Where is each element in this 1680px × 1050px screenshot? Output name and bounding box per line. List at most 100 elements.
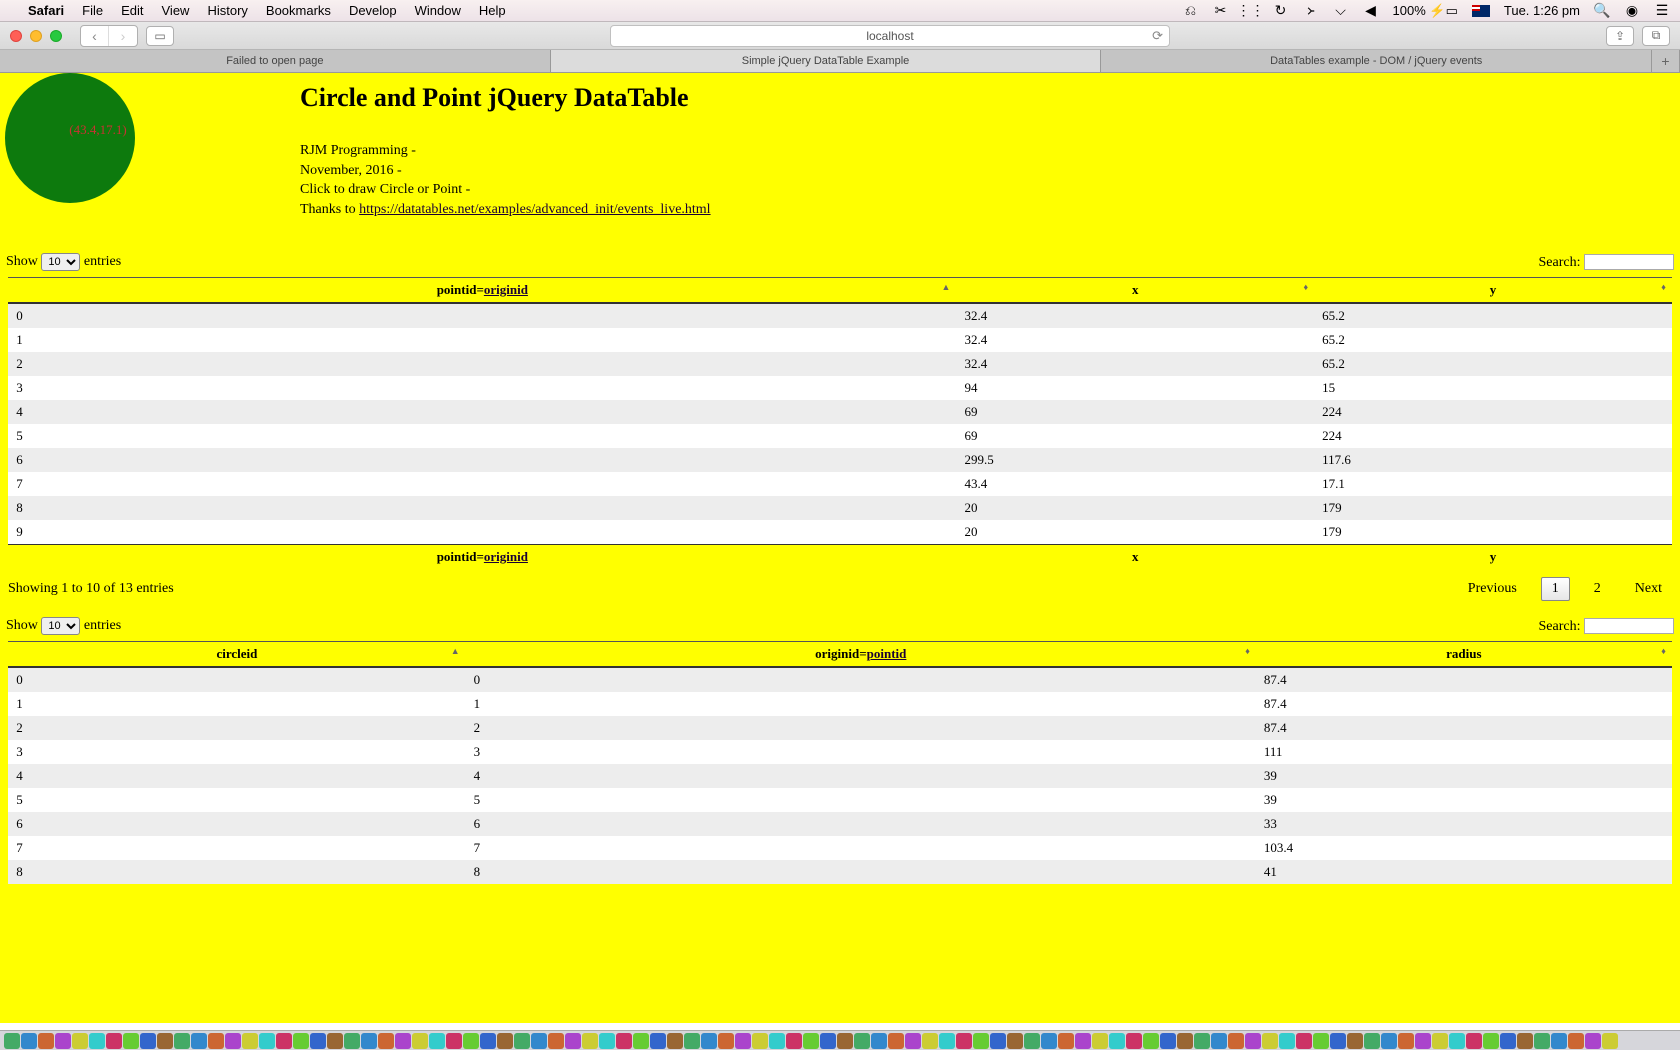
dock-app-icon[interactable] xyxy=(565,1033,581,1049)
tabs-button[interactable]: ⧉ xyxy=(1642,26,1670,46)
clock[interactable]: Tue. 1:26 pm xyxy=(1504,3,1580,18)
dock-app-icon[interactable] xyxy=(1381,1033,1397,1049)
macos-dock[interactable] xyxy=(0,1030,1680,1050)
flag-icon[interactable] xyxy=(1472,5,1490,17)
table-row[interactable]: 743.417.1 xyxy=(8,472,1672,496)
dock-app-icon[interactable] xyxy=(106,1033,122,1049)
dock-app-icon[interactable] xyxy=(582,1033,598,1049)
dock-app-icon[interactable] xyxy=(21,1033,37,1049)
dock-app-icon[interactable] xyxy=(718,1033,734,1049)
datatables-link[interactable]: https://datatables.net/examples/advanced… xyxy=(359,202,710,217)
dock-app-icon[interactable] xyxy=(276,1033,292,1049)
battery-text[interactable]: 100% ⚡▭ xyxy=(1393,3,1458,19)
col-y[interactable]: y♦ xyxy=(1314,278,1672,304)
col-originid[interactable]: originid=pointid♦ xyxy=(466,642,1256,668)
dock-app-icon[interactable] xyxy=(1517,1033,1533,1049)
dock-app-icon[interactable] xyxy=(1364,1033,1380,1049)
dock-app-icon[interactable] xyxy=(242,1033,258,1049)
dock-app-icon[interactable] xyxy=(973,1033,989,1049)
dock-app-icon[interactable] xyxy=(667,1033,683,1049)
menu-file[interactable]: File xyxy=(82,3,103,18)
dock-app-icon[interactable] xyxy=(922,1033,938,1049)
dock-app-icon[interactable] xyxy=(55,1033,71,1049)
dock-app-icon[interactable] xyxy=(837,1033,853,1049)
dock-app-icon[interactable] xyxy=(140,1033,156,1049)
table-row[interactable]: 33111 xyxy=(8,740,1672,764)
dock-app-icon[interactable] xyxy=(1007,1033,1023,1049)
dock-app-icon[interactable] xyxy=(735,1033,751,1049)
status-icon-3[interactable]: ⋮⋮ xyxy=(1243,3,1259,19)
page-previous[interactable]: Previous xyxy=(1458,578,1527,600)
dock-app-icon[interactable] xyxy=(1245,1033,1261,1049)
close-window-icon[interactable] xyxy=(10,30,22,42)
page-body[interactable]: (43.4,17.1) Circle and Point jQuery Data… xyxy=(0,73,1680,1023)
dock-app-icon[interactable] xyxy=(599,1033,615,1049)
dock-app-icon[interactable] xyxy=(497,1033,513,1049)
entries-select-2[interactable]: 10 xyxy=(41,617,80,635)
entries-select[interactable]: 10 xyxy=(41,253,80,271)
menu-help[interactable]: Help xyxy=(479,3,506,18)
dock-app-icon[interactable] xyxy=(871,1033,887,1049)
dock-app-icon[interactable] xyxy=(378,1033,394,1049)
menu-edit[interactable]: Edit xyxy=(121,3,143,18)
menu-view[interactable]: View xyxy=(162,3,190,18)
dock-app-icon[interactable] xyxy=(1279,1033,1295,1049)
col-radius[interactable]: radius♦ xyxy=(1256,642,1672,668)
table-row[interactable]: 8841 xyxy=(8,860,1672,884)
dock-app-icon[interactable] xyxy=(1024,1033,1040,1049)
dock-app-icon[interactable] xyxy=(344,1033,360,1049)
wifi-icon[interactable]: ⌵ xyxy=(1333,3,1349,19)
dock-app-icon[interactable] xyxy=(208,1033,224,1049)
table-row[interactable]: 77103.4 xyxy=(8,836,1672,860)
menu-window[interactable]: Window xyxy=(415,3,461,18)
page-1[interactable]: 1 xyxy=(1541,577,1570,601)
dock-app-icon[interactable] xyxy=(1177,1033,1193,1049)
dock-app-icon[interactable] xyxy=(191,1033,207,1049)
col-circleid[interactable]: circleid▲ xyxy=(8,642,465,668)
dock-app-icon[interactable] xyxy=(1143,1033,1159,1049)
dock-app-icon[interactable] xyxy=(72,1033,88,1049)
dock-app-icon[interactable] xyxy=(174,1033,190,1049)
dock-app-icon[interactable] xyxy=(361,1033,377,1049)
dock-app-icon[interactable] xyxy=(1568,1033,1584,1049)
tab-failed[interactable]: Failed to open page xyxy=(0,50,551,72)
tab-datatables-example[interactable]: DataTables example - DOM / jQuery events xyxy=(1101,50,1652,72)
dock-app-icon[interactable] xyxy=(803,1033,819,1049)
dock-app-icon[interactable] xyxy=(157,1033,173,1049)
status-icon-2[interactable]: ✂ xyxy=(1213,3,1229,19)
dock-app-icon[interactable] xyxy=(412,1033,428,1049)
dock-app-icon[interactable] xyxy=(1432,1033,1448,1049)
dock-app-icon[interactable] xyxy=(38,1033,54,1049)
dock-app-icon[interactable] xyxy=(1500,1033,1516,1049)
originid-link[interactable]: originid xyxy=(484,282,528,297)
dock-app-icon[interactable] xyxy=(293,1033,309,1049)
timemachine-icon[interactable]: ↻ xyxy=(1273,3,1289,19)
dock-app-icon[interactable] xyxy=(956,1033,972,1049)
dock-app-icon[interactable] xyxy=(820,1033,836,1049)
dock-app-icon[interactable] xyxy=(310,1033,326,1049)
table-row[interactable]: 820179 xyxy=(8,496,1672,520)
dock-app-icon[interactable] xyxy=(1160,1033,1176,1049)
dock-app-icon[interactable] xyxy=(1449,1033,1465,1049)
originid-link-foot[interactable]: originid xyxy=(484,549,528,564)
dock-app-icon[interactable] xyxy=(1262,1033,1278,1049)
table-row[interactable]: 6299.5117.6 xyxy=(8,448,1672,472)
bluetooth-icon[interactable]: ᚛ xyxy=(1303,3,1319,19)
dock-app-icon[interactable] xyxy=(769,1033,785,1049)
dock-app-icon[interactable] xyxy=(123,1033,139,1049)
dock-app-icon[interactable] xyxy=(888,1033,904,1049)
dock-app-icon[interactable] xyxy=(446,1033,462,1049)
dock-app-icon[interactable] xyxy=(1109,1033,1125,1049)
dock-app-icon[interactable] xyxy=(684,1033,700,1049)
table-row[interactable]: 469224 xyxy=(8,400,1672,424)
dock-app-icon[interactable] xyxy=(225,1033,241,1049)
dock-app-icon[interactable] xyxy=(531,1033,547,1049)
dock-app-icon[interactable] xyxy=(633,1033,649,1049)
table-row[interactable]: 5539 xyxy=(8,788,1672,812)
page-next[interactable]: Next xyxy=(1625,578,1672,600)
menu-bookmarks[interactable]: Bookmarks xyxy=(266,3,331,18)
table-row[interactable]: 0087.4 xyxy=(8,667,1672,692)
table-row[interactable]: 4439 xyxy=(8,764,1672,788)
minimize-window-icon[interactable] xyxy=(30,30,42,42)
table-row[interactable]: 920179 xyxy=(8,520,1672,545)
